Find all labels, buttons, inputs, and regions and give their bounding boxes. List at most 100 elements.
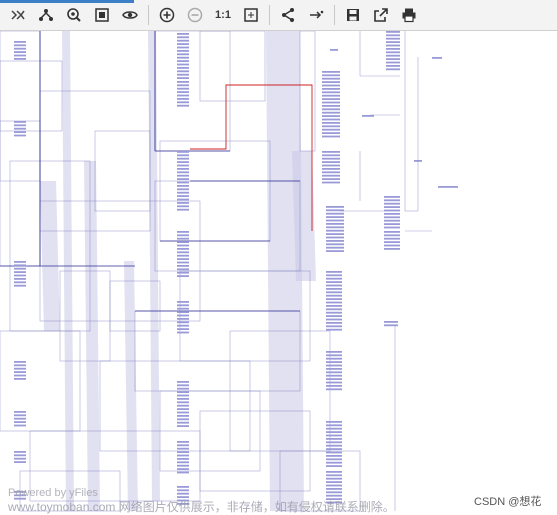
graph-node[interactable] <box>14 41 26 43</box>
graph-node[interactable] <box>14 54 26 57</box>
graph-node[interactable] <box>14 267 26 270</box>
graph-node[interactable] <box>177 328 189 330</box>
graph-node[interactable] <box>177 268 189 271</box>
graph-node[interactable] <box>326 491 342 494</box>
graph-node[interactable] <box>14 47 26 50</box>
graph-node[interactable] <box>326 368 342 370</box>
zoom-out-button[interactable] <box>182 3 208 27</box>
graph-node[interactable] <box>386 65 400 67</box>
graph-node[interactable] <box>177 91 189 93</box>
graph-node[interactable] <box>326 315 342 317</box>
share-button[interactable] <box>275 3 301 27</box>
graph-node[interactable] <box>326 277 342 280</box>
graph-node[interactable] <box>384 237 400 240</box>
graph-node[interactable] <box>384 231 400 233</box>
graph-node[interactable] <box>177 188 189 191</box>
graph-node[interactable] <box>177 181 189 184</box>
graph-node[interactable] <box>177 394 189 397</box>
graph-node[interactable] <box>326 474 342 477</box>
graph-node[interactable] <box>326 305 342 307</box>
graph-node[interactable] <box>326 374 342 377</box>
graph-node[interactable] <box>177 202 189 204</box>
graph-node[interactable] <box>177 421 189 424</box>
graph-node[interactable] <box>177 458 189 460</box>
graph-node[interactable] <box>326 431 342 433</box>
graph-node[interactable] <box>322 74 340 77</box>
graph-node[interactable] <box>177 314 189 317</box>
dependency-graph[interactable] <box>0 31 557 515</box>
graph-node[interactable] <box>177 307 189 310</box>
graph-node[interactable] <box>322 88 340 90</box>
graph-node[interactable] <box>322 118 340 121</box>
graph-node[interactable] <box>384 202 400 205</box>
graph-node[interactable] <box>326 481 342 483</box>
graph-node[interactable] <box>14 274 26 277</box>
graph-node[interactable] <box>322 115 340 117</box>
graph-node[interactable] <box>14 378 26 380</box>
graph-node[interactable] <box>177 151 189 153</box>
graph-node[interactable] <box>326 477 342 480</box>
graph-node[interactable] <box>177 318 189 320</box>
collapse-panel-button[interactable] <box>5 3 31 27</box>
graph-node[interactable] <box>14 371 26 373</box>
graph-node[interactable] <box>177 331 189 334</box>
graph-node[interactable] <box>386 41 400 43</box>
save-button[interactable] <box>340 3 366 27</box>
graph-node[interactable] <box>14 414 26 417</box>
graph-node[interactable] <box>177 451 189 453</box>
print-button[interactable] <box>396 3 422 27</box>
graph-node[interactable] <box>326 471 342 473</box>
graph-node[interactable] <box>177 411 189 414</box>
graph-node[interactable] <box>14 284 26 287</box>
graph-node[interactable] <box>326 354 342 357</box>
graph-node[interactable] <box>14 134 26 137</box>
graph-node[interactable] <box>177 404 189 407</box>
graph-node[interactable] <box>326 325 342 328</box>
graph-node[interactable] <box>326 328 342 331</box>
graph-node[interactable] <box>384 248 400 250</box>
graph-node[interactable] <box>177 60 189 62</box>
graph-node[interactable] <box>177 87 189 90</box>
graph-node[interactable] <box>326 216 344 218</box>
graph-node[interactable] <box>177 444 189 447</box>
graph-node[interactable] <box>14 261 26 263</box>
graph-node[interactable] <box>322 105 340 107</box>
graph-node[interactable] <box>177 265 189 267</box>
graph-node[interactable] <box>14 364 26 367</box>
actual-size-button[interactable]: 1:1 <box>210 3 236 27</box>
graph-node[interactable] <box>177 157 189 160</box>
graph-node[interactable] <box>326 461 342 464</box>
graph-node[interactable] <box>326 388 342 391</box>
graph-node[interactable] <box>438 186 458 188</box>
graph-node[interactable] <box>14 457 26 460</box>
graph-node[interactable] <box>326 357 342 360</box>
graph-node[interactable] <box>384 199 400 202</box>
graph-node[interactable] <box>322 77 340 80</box>
graph-node[interactable] <box>326 233 344 235</box>
graph-node[interactable] <box>14 51 26 53</box>
graph-node[interactable] <box>322 108 340 111</box>
graph-node[interactable] <box>322 111 340 114</box>
graph-node[interactable] <box>322 181 340 184</box>
graph-node[interactable] <box>14 124 26 127</box>
graph-node[interactable] <box>322 151 340 153</box>
graph-node[interactable] <box>326 226 344 229</box>
overview-button[interactable] <box>89 3 115 27</box>
graph-node[interactable] <box>177 94 189 97</box>
graph-node[interactable] <box>177 384 189 387</box>
graph-node[interactable] <box>177 464 189 467</box>
graph-node[interactable] <box>326 322 342 324</box>
graph-node[interactable] <box>326 441 342 444</box>
graph-node[interactable] <box>326 271 342 273</box>
graph-node[interactable] <box>177 46 189 49</box>
graph-node[interactable] <box>14 421 26 423</box>
graph-node[interactable] <box>322 161 340 163</box>
graph-node[interactable] <box>177 70 189 73</box>
graph-node[interactable] <box>322 71 340 73</box>
graph-node[interactable] <box>14 121 26 123</box>
graph-node[interactable] <box>326 381 342 384</box>
graph-node[interactable] <box>177 208 189 211</box>
graph-node[interactable] <box>177 304 189 307</box>
graph-node[interactable] <box>322 171 340 174</box>
graph-node[interactable] <box>326 240 344 242</box>
